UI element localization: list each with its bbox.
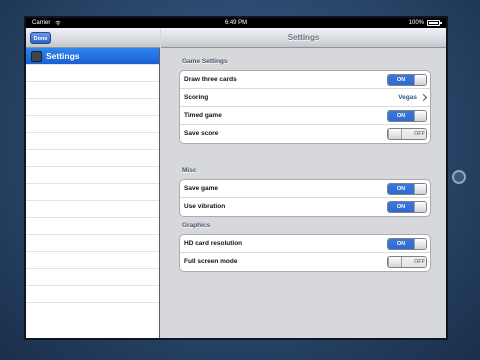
empty-list-row bbox=[26, 99, 159, 116]
use-vibration-row: Use vibration ON ON bbox=[180, 198, 430, 216]
empty-list-row bbox=[26, 116, 159, 133]
master-navigation-bar: Done bbox=[26, 28, 160, 48]
row-label: Save game bbox=[184, 185, 218, 192]
battery-percentage: 100% bbox=[408, 20, 424, 26]
settings-app-icon bbox=[31, 51, 42, 62]
misc-group: Save game ON ON Use vibration ON ON bbox=[179, 179, 431, 217]
master-pane: Done Settings bbox=[26, 28, 160, 338]
empty-list-row bbox=[26, 184, 159, 201]
switch-on-text: ON bbox=[388, 111, 414, 121]
empty-list-row bbox=[26, 235, 159, 252]
timed-game-row: Timed game ON ON bbox=[180, 107, 430, 125]
switch-on-text: ON bbox=[388, 184, 414, 194]
switch-knob bbox=[414, 75, 426, 85]
empty-list-row bbox=[26, 269, 159, 286]
empty-list-row bbox=[26, 252, 159, 269]
game-settings-group: Draw three cards ON ON Scoring Vegas Tim… bbox=[179, 70, 431, 144]
row-label: Scoring bbox=[184, 94, 209, 101]
switch-on-text: ON bbox=[388, 239, 414, 249]
scoring-value: Vegas bbox=[398, 94, 417, 101]
home-button[interactable] bbox=[452, 170, 466, 184]
section-header-game-settings: Game Settings bbox=[182, 58, 228, 65]
status-bar: Carrier 6:49 PM 100% bbox=[26, 18, 446, 28]
empty-list-row bbox=[26, 82, 159, 99]
row-label: HD card resolution bbox=[184, 240, 243, 247]
empty-list-row bbox=[26, 201, 159, 218]
draw-three-cards-row: Draw three cards ON ON bbox=[180, 71, 430, 89]
empty-list-row bbox=[26, 133, 159, 150]
done-button[interactable]: Done bbox=[30, 32, 51, 44]
scoring-row[interactable]: Scoring Vegas bbox=[180, 89, 430, 107]
save-score-row: Save score OFF OFF bbox=[180, 125, 430, 143]
switch-knob bbox=[388, 257, 402, 267]
chevron-right-icon bbox=[419, 93, 428, 102]
draw-three-cards-toggle[interactable]: ON ON bbox=[387, 74, 427, 86]
save-game-row: Save game ON ON bbox=[180, 180, 430, 198]
row-label: Full screen mode bbox=[184, 258, 238, 265]
switch-knob bbox=[414, 202, 426, 212]
switch-knob bbox=[414, 239, 426, 249]
save-score-toggle[interactable]: OFF OFF bbox=[387, 128, 427, 140]
detail-pane: Settings Game Settings Draw three cards … bbox=[161, 28, 446, 338]
switch-knob bbox=[388, 129, 402, 139]
battery-icon bbox=[427, 20, 442, 26]
switch-knob bbox=[414, 184, 426, 194]
ipad-screen: Carrier 6:49 PM 100% Done Settings Setti… bbox=[26, 18, 446, 338]
full-screen-mode-row: Full screen mode OFF OFF bbox=[180, 253, 430, 271]
section-header-graphics: Graphics bbox=[182, 222, 211, 229]
master-list: Settings bbox=[26, 48, 159, 303]
switch-on-text: ON bbox=[388, 75, 414, 85]
save-game-toggle[interactable]: ON ON bbox=[387, 183, 427, 195]
sidebar-item-settings[interactable]: Settings bbox=[26, 48, 159, 65]
detail-navigation-bar: Settings bbox=[161, 28, 446, 48]
empty-list-row bbox=[26, 286, 159, 303]
row-label: Timed game bbox=[184, 112, 222, 119]
status-time: 6:49 PM bbox=[224, 20, 248, 26]
row-label: Draw three cards bbox=[184, 76, 237, 83]
switch-off-text: OFF bbox=[402, 257, 426, 267]
empty-list-row bbox=[26, 218, 159, 235]
switch-on-text: ON bbox=[388, 202, 414, 212]
hd-card-resolution-row: HD card resolution ON ON bbox=[180, 235, 430, 253]
use-vibration-toggle[interactable]: ON ON bbox=[387, 201, 427, 213]
full-screen-mode-toggle[interactable]: OFF OFF bbox=[387, 256, 427, 268]
empty-list-row bbox=[26, 65, 159, 82]
graphics-group: HD card resolution ON ON Full screen mod… bbox=[179, 234, 431, 272]
empty-list-row bbox=[26, 167, 159, 184]
sidebar-item-label: Settings bbox=[46, 51, 80, 61]
timed-game-toggle[interactable]: ON ON bbox=[387, 110, 427, 122]
page-title: Settings bbox=[287, 33, 320, 42]
section-header-misc: Misc bbox=[182, 167, 197, 174]
row-label: Save score bbox=[184, 130, 219, 137]
switch-knob bbox=[414, 111, 426, 121]
empty-list-row bbox=[26, 150, 159, 167]
row-label: Use vibration bbox=[184, 203, 226, 210]
switch-off-text: OFF bbox=[402, 129, 426, 139]
hd-card-resolution-toggle[interactable]: ON ON bbox=[387, 238, 427, 250]
